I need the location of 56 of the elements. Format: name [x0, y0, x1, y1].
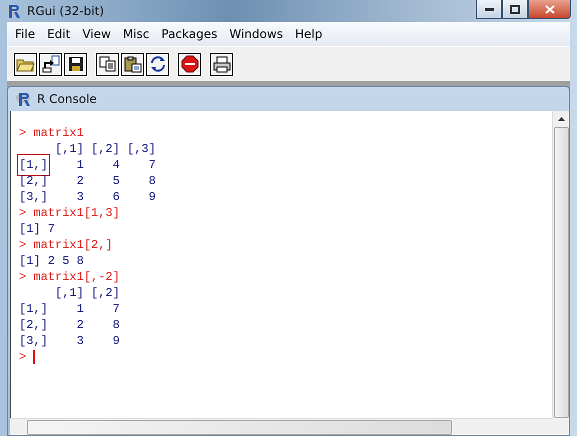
stop-sign-icon — [180, 55, 198, 73]
menu-item[interactable]: Misc — [116, 27, 156, 41]
copy-icon — [99, 56, 116, 72]
output-line: [1] 2 5 8 — [19, 253, 84, 269]
menu-item[interactable]: Windows — [223, 27, 289, 41]
save-button[interactable] — [64, 52, 87, 76]
scroll-thumb[interactable] — [554, 127, 568, 418]
command-line: > matrix1[2,] — [19, 237, 113, 253]
menu-item[interactable]: Help — [288, 27, 328, 41]
vertical-scrollbar[interactable] — [552, 111, 569, 418]
arrow-document-icon — [42, 55, 60, 73]
menu-item[interactable]: File — [9, 27, 42, 41]
refresh-button[interactable] — [146, 52, 169, 76]
command-line: > matrix1[1,3] — [19, 205, 120, 221]
menu-item[interactable]: View — [76, 27, 117, 41]
output-line: [2,] 2 5 8 — [19, 173, 156, 189]
command-line: > matrix1[,-2] — [19, 269, 120, 285]
scroll-thumb[interactable] — [27, 420, 452, 434]
console-title: R Console — [37, 92, 97, 106]
minimize-button[interactable] — [476, 0, 502, 19]
window-title: RGui (32-bit) — [27, 4, 104, 18]
copy-button[interactable] — [96, 52, 119, 76]
menu-item[interactable]: Edit — [41, 27, 76, 41]
printer-icon — [212, 56, 230, 72]
command-line: > matrix1 — [19, 125, 84, 141]
refresh-icon — [148, 55, 166, 73]
r-logo-icon — [6, 3, 22, 19]
open-button[interactable] — [14, 52, 37, 76]
output-line: [3,] 3 6 9 — [19, 189, 156, 205]
menu-item[interactable]: Packages — [155, 27, 224, 41]
highlighted-row-label: [1,] — [19, 156, 48, 174]
output-line: [2,] 2 8 — [19, 317, 120, 333]
clipboard-icon — [124, 56, 142, 72]
minimize-icon — [484, 8, 494, 10]
paste-button[interactable] — [121, 52, 144, 76]
scroll-up-icon — [558, 117, 564, 121]
r-logo-icon — [16, 91, 32, 107]
maximize-icon — [510, 4, 520, 14]
console-text-area[interactable]: > matrix1 [,1] [,2] [,3] [1,] 1 4 7 [2,] 2 5 8 [3,] 3 6 9 > matrix1[1,3] [1] 7 > matrix1[2,] [1] 2 5 8 > matrix1[,-2] [,1] [,2] [1,] 1 7 [2,] 2 8 [3,] 3 9 > — [10, 111, 552, 418]
folder-icon — [16, 56, 35, 72]
output-line: [,1] [,2] [,3] — [54, 141, 156, 157]
print-button[interactable] — [210, 52, 233, 76]
output-line: [,1] [,2] — [54, 285, 120, 301]
close-icon — [544, 4, 554, 14]
output-line: [1] 7 — [19, 221, 56, 237]
text-cursor — [33, 350, 36, 364]
stop-button[interactable] — [178, 52, 201, 76]
prompt: > — [19, 349, 26, 365]
close-button[interactable] — [528, 0, 571, 19]
scrollbar-corner — [552, 418, 569, 435]
output-line: [1,] 1 7 — [19, 301, 120, 317]
output-line: 1 4 7 — [76, 157, 156, 173]
horizontal-scrollbar[interactable] — [10, 418, 552, 435]
output-line: [3,] 3 9 — [19, 333, 120, 349]
maximize-button[interactable] — [502, 0, 528, 19]
load-button[interactable] — [39, 52, 62, 76]
